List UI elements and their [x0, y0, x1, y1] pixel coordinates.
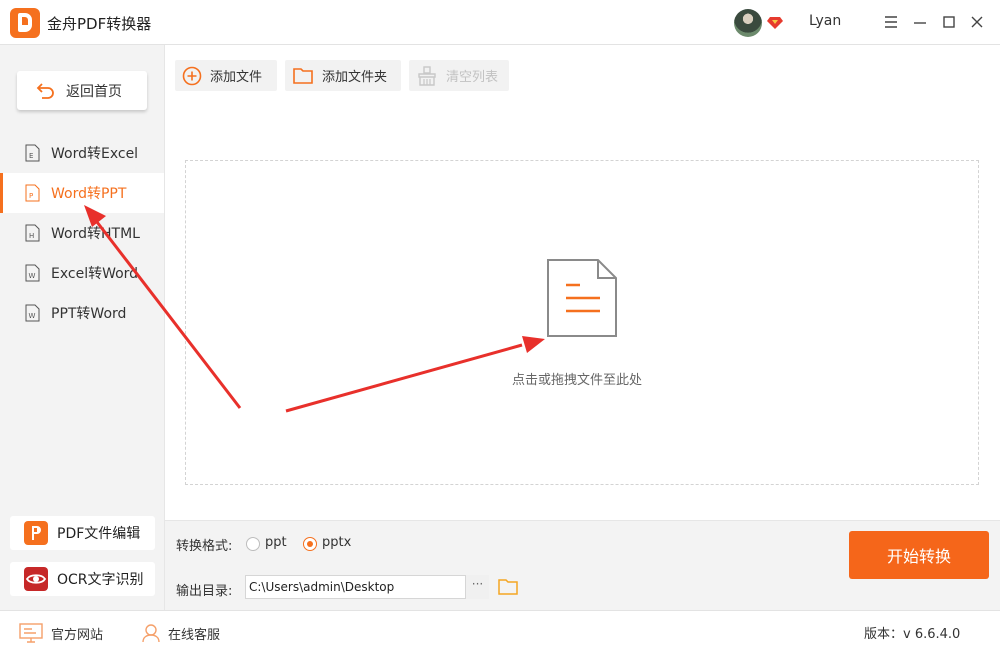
- clear-list-button[interactable]: 清空列表: [409, 60, 509, 91]
- format-radio-ppt[interactable]: [246, 537, 260, 551]
- version-label: 版本：: [864, 627, 904, 642]
- add-folder-button[interactable]: 添加文件夹: [285, 60, 401, 91]
- support-agent-icon: [142, 624, 160, 643]
- username[interactable]: Lyan: [809, 13, 841, 29]
- format-label: 转换格式:: [176, 539, 233, 554]
- official-website-link[interactable]: 官方网站: [19, 623, 103, 643]
- sidebar-item-excel-to-word[interactable]: W Excel转Word: [0, 253, 164, 293]
- sidebar: 返回首页 E Word转Excel P Word转PPT H Word转HTML: [0, 45, 165, 610]
- official-website-label: 官方网站: [51, 627, 104, 643]
- sidebar-item-label: PPT转Word: [51, 306, 127, 322]
- return-arrow-icon: [36, 82, 54, 99]
- sidebar-item-ppt-to-word[interactable]: W PPT转Word: [0, 293, 164, 333]
- output-dir-label: 输出目录:: [176, 584, 233, 599]
- sidebar-item-word-to-html[interactable]: H Word转HTML: [0, 213, 164, 253]
- folder-icon: [293, 67, 313, 84]
- online-support-label: 在线客服: [168, 627, 221, 643]
- status-bar: 官方网站 在线客服 版本：v 6.6.4.0: [0, 610, 1000, 650]
- document-w-icon: W: [25, 304, 40, 322]
- version-info: 版本：v 6.6.4.0: [864, 623, 960, 642]
- menu-icon[interactable]: [882, 13, 900, 31]
- svg-text:W: W: [29, 272, 36, 280]
- output-path-field[interactable]: C:\Users\admin\Desktop: [245, 575, 489, 599]
- add-folder-label: 添加文件夹: [322, 70, 388, 85]
- maximize-icon[interactable]: [940, 13, 958, 31]
- sidebar-item-word-to-excel[interactable]: E Word转Excel: [0, 133, 164, 173]
- ocr-button[interactable]: OCR文字识别: [10, 562, 155, 596]
- add-file-button[interactable]: 添加文件: [175, 60, 277, 91]
- online-support-link[interactable]: 在线客服: [141, 623, 220, 643]
- add-file-label: 添加文件: [210, 70, 263, 85]
- svg-text:W: W: [29, 312, 36, 320]
- sidebar-item-word-to-ppt[interactable]: P Word转PPT: [0, 173, 164, 213]
- title-bar: 金舟PDF转换器 Lyan: [0, 0, 1000, 45]
- document-w-icon: W: [25, 264, 40, 282]
- broom-icon: [418, 65, 436, 86]
- document-p-icon: P: [25, 184, 40, 202]
- clear-list-label: 清空列表: [446, 70, 499, 85]
- document-e-icon: E: [25, 144, 40, 162]
- format-option-pptx[interactable]: pptx: [322, 535, 351, 550]
- open-folder-icon[interactable]: [497, 577, 519, 597]
- sidebar-item-label: Word转HTML: [51, 226, 140, 242]
- vip-diamond-icon: [767, 17, 783, 29]
- back-home-label: 返回首页: [66, 83, 122, 100]
- svg-text:E: E: [29, 152, 33, 160]
- ocr-label: OCR文字识别: [57, 572, 144, 588]
- close-icon[interactable]: [968, 13, 986, 31]
- sidebar-item-label: Word转PPT: [51, 186, 127, 202]
- app-window: 金舟PDF转换器 Lyan 返回首页 E Word转Excel P Word转P…: [0, 0, 1000, 650]
- drop-hint: 点击或拖拽文件至此处: [512, 373, 643, 388]
- user-avatar[interactable]: [734, 9, 762, 37]
- browse-path-button[interactable]: ···: [465, 575, 489, 599]
- document-h-icon: H: [25, 224, 40, 242]
- minimize-icon[interactable]: [911, 13, 929, 31]
- pdf-edit-icon: [24, 521, 48, 545]
- format-option-ppt[interactable]: ppt: [265, 535, 287, 550]
- app-logo-icon: [10, 8, 40, 38]
- monitor-icon: [19, 623, 43, 643]
- back-home-button[interactable]: 返回首页: [17, 71, 147, 110]
- ocr-eye-icon: [24, 567, 48, 591]
- sidebar-item-label: Word转Excel: [51, 146, 139, 162]
- svg-text:P: P: [29, 192, 33, 200]
- app-title: 金舟PDF转换器: [47, 15, 152, 33]
- svg-text:H: H: [29, 232, 34, 240]
- pdf-edit-button[interactable]: PDF文件编辑: [10, 516, 155, 550]
- document-icon: [547, 259, 617, 337]
- sidebar-item-label: Excel转Word: [51, 266, 139, 282]
- start-convert-button[interactable]: 开始转换: [849, 531, 989, 579]
- plus-circle-icon: [182, 66, 202, 85]
- pdf-edit-label: PDF文件编辑: [57, 526, 141, 542]
- format-radio-pptx[interactable]: [303, 537, 317, 551]
- version-number: v 6.6.4.0: [903, 627, 961, 642]
